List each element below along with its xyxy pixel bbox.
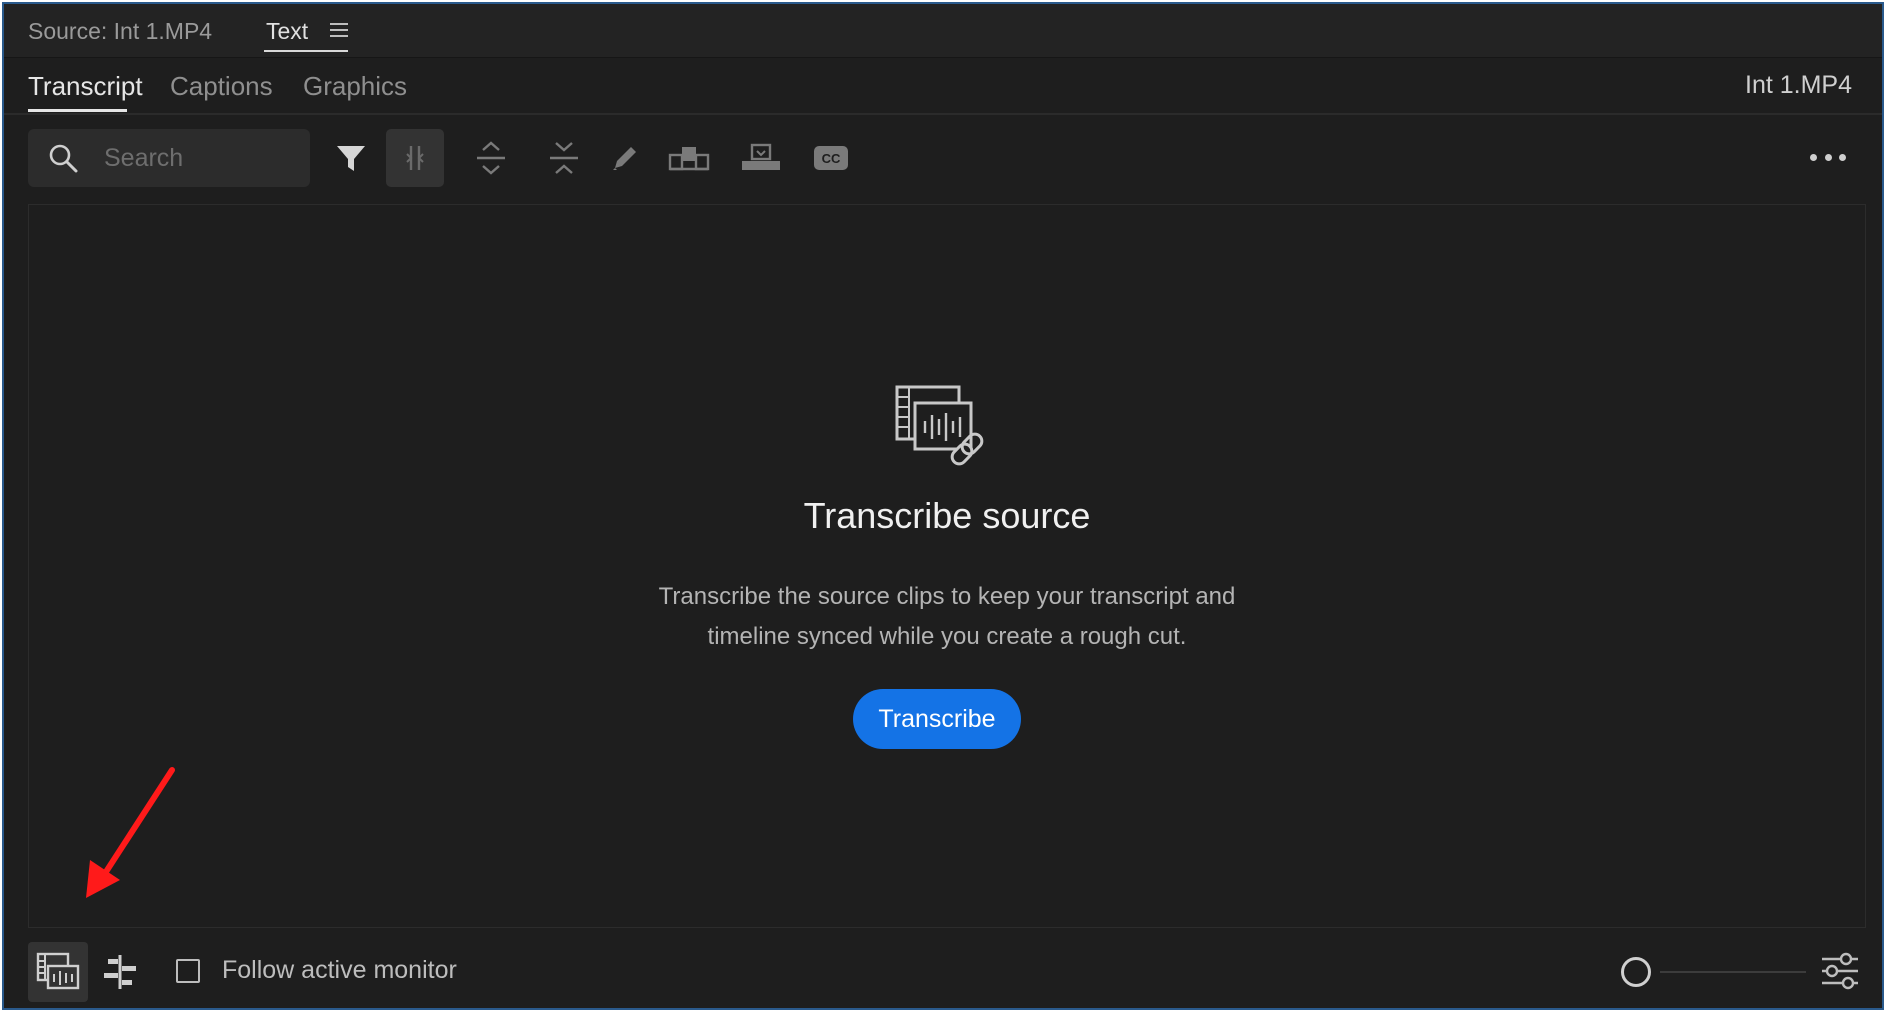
closed-captions-icon: CC: [814, 146, 848, 170]
filter-button[interactable]: [322, 129, 380, 187]
empty-state-description: Transcribe the source clips to keep your…: [29, 577, 1865, 657]
active-tab-underline: [28, 109, 127, 112]
overwrite-icon: [742, 143, 780, 170]
closed-captions-button[interactable]: CC: [802, 129, 860, 187]
panel-header: Source: Int 1.MP4 Text: [4, 4, 1882, 58]
follow-active-monitor-checkbox[interactable]: [176, 959, 200, 983]
search-box[interactable]: [28, 129, 310, 187]
more-options-button[interactable]: [1810, 145, 1846, 169]
follow-active-monitor-label: Follow active monitor: [222, 956, 457, 984]
transcript-sync-icon: [36, 952, 80, 990]
overwrite-button[interactable]: [732, 129, 790, 187]
pencil-icon: [613, 147, 636, 170]
bottom-bar: Follow active monitor: [4, 934, 1882, 1008]
expand-button[interactable]: [462, 129, 520, 187]
clip-name: Int 1.MP4: [1745, 71, 1852, 99]
transcribe-button[interactable]: Transcribe: [853, 689, 1021, 749]
tab-transcript[interactable]: Transcript: [28, 71, 143, 102]
transcript-toolbar: CC: [4, 117, 1882, 203]
expand-icon: [477, 141, 505, 175]
description-line-1: Transcribe the source clips to keep your…: [658, 583, 1236, 610]
svg-text:CC: CC: [822, 151, 841, 166]
insert-icon: [668, 147, 710, 171]
transcript-content-area: Transcribe source Transcribe the source …: [28, 204, 1866, 928]
empty-state-title: Transcribe source: [803, 495, 1091, 536]
edit-button[interactable]: [596, 129, 654, 187]
split-segment-button[interactable]: [386, 129, 444, 187]
text-subtabs: Transcript Captions Graphics Int 1.MP4: [4, 59, 1882, 115]
zoom-slider-thumb[interactable]: [1621, 957, 1651, 987]
text-panel-tab[interactable]: Text: [266, 18, 308, 45]
split-icon: [406, 146, 424, 170]
zoom-slider-track[interactable]: [1660, 971, 1806, 973]
transcribe-source-icon: [895, 385, 984, 466]
align-button[interactable]: [90, 942, 150, 1002]
collapse-icon: [550, 142, 578, 174]
description-line-2: timeline synced while you create a rough…: [707, 623, 1187, 650]
align-icon: [104, 955, 136, 989]
insert-button[interactable]: [660, 129, 718, 187]
more-icon: [1810, 153, 1817, 161]
source-monitor-tab[interactable]: Source: Int 1.MP4: [28, 18, 212, 45]
tab-captions[interactable]: Captions: [170, 71, 273, 102]
text-tab-underline: [264, 50, 348, 52]
collapse-button[interactable]: [535, 129, 593, 187]
search-input[interactable]: [104, 129, 300, 187]
transcript-panel: Source: Int 1.MP4 Text Transcript Captio…: [2, 2, 1884, 1010]
panel-menu-icon[interactable]: [330, 20, 348, 38]
filter-icon: [337, 146, 365, 171]
settings-sliders-icon[interactable]: [1820, 951, 1860, 991]
search-icon: [49, 144, 78, 173]
tab-graphics[interactable]: Graphics: [303, 71, 407, 102]
annotation-arrow-icon: [86, 767, 175, 898]
source-sync-button[interactable]: [28, 942, 88, 1002]
